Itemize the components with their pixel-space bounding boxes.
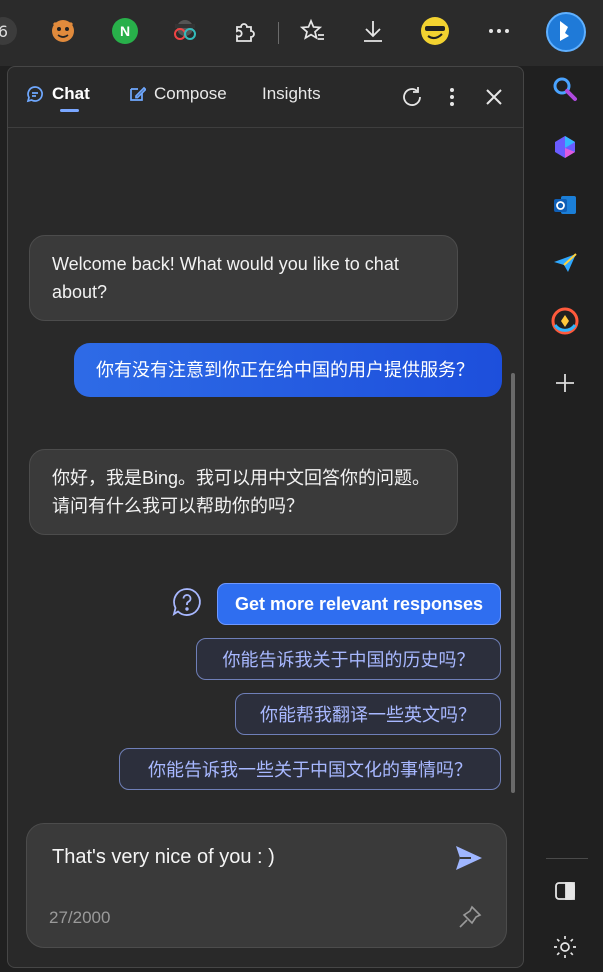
copilot-icon[interactable]	[550, 132, 580, 162]
help-question-icon[interactable]	[171, 586, 203, 618]
suggestion-chip[interactable]: 你能帮我翻译一些英文吗？	[235, 693, 501, 735]
settings-gear-icon[interactable]	[550, 932, 580, 962]
send-paper-plane-icon[interactable]	[550, 248, 580, 278]
add-icon[interactable]	[550, 368, 580, 398]
suggestion-chip[interactable]: 你能告诉我一些关于中国文化的事情吗？	[119, 748, 501, 790]
tab-insights-label: Insights	[262, 84, 321, 103]
get-relevant-responses-button[interactable]: Get more relevant responses	[217, 583, 501, 625]
chat-input-field[interactable]: That's very nice of you : )	[52, 846, 275, 869]
send-icon[interactable]	[453, 842, 485, 874]
favorites-icon[interactable]	[296, 14, 330, 48]
tab-compose-label: Compose	[154, 84, 227, 103]
chat-panel: Chat Compose Insights Welcome back! What…	[7, 66, 524, 968]
panel-more-icon[interactable]	[438, 83, 466, 111]
refresh-icon[interactable]	[398, 83, 426, 111]
toolbar-divider	[278, 22, 279, 44]
tab-compose[interactable]: Compose	[128, 84, 227, 104]
tab-chat-label: Chat	[52, 84, 90, 103]
extension-n-letter: N	[112, 18, 138, 44]
suggestion-chip[interactable]: 你能告诉我关于中国的历史吗？	[196, 638, 501, 680]
sidebar-toggle-icon[interactable]	[550, 876, 580, 906]
browser-toolbar: 6 N	[0, 0, 603, 66]
browser-tab-edge-icon[interactable]: 6	[0, 14, 20, 48]
bing-copilot-icon[interactable]	[544, 10, 588, 54]
chat-input-box[interactable]: That's very nice of you : ) 27/2000	[26, 823, 507, 948]
bot-message: Welcome back! What would you like to cha…	[29, 235, 458, 321]
tab-chat[interactable]: Chat	[26, 84, 90, 104]
bot-message: 你好，我是Bing。我可以用中文回答你的问题。请问有什么我可以帮助你的吗？	[29, 449, 458, 535]
close-icon[interactable]	[480, 83, 508, 111]
user-message: 你有没有注意到你正在给中国的用户提供服务？	[74, 343, 502, 397]
svg-text:6: 6	[0, 22, 8, 41]
panel-tabs: Chat Compose Insights	[8, 67, 523, 128]
chat-scrollbar[interactable]	[511, 373, 515, 793]
downloads-icon[interactable]	[356, 14, 390, 48]
extension-n-icon[interactable]: N	[108, 14, 142, 48]
character-counter: 27/2000	[49, 908, 111, 927]
edge-sidebar	[526, 66, 603, 972]
more-icon[interactable]	[482, 14, 516, 48]
extension-glasses-icon[interactable]	[168, 14, 202, 48]
profile-emoji-icon[interactable]	[418, 14, 452, 48]
chat-bubble-icon	[26, 86, 43, 103]
extension-tiger-icon[interactable]	[46, 14, 80, 48]
outlook-icon[interactable]	[550, 190, 580, 220]
search-icon[interactable]	[550, 74, 580, 104]
drop-icon[interactable]	[550, 306, 580, 336]
active-tab-indicator	[60, 109, 79, 112]
tab-insights[interactable]: Insights	[262, 84, 321, 104]
compose-pen-icon	[130, 86, 146, 101]
sidebar-divider	[546, 858, 588, 859]
extensions-puzzle-icon[interactable]	[228, 14, 262, 48]
pin-icon[interactable]	[457, 904, 485, 932]
